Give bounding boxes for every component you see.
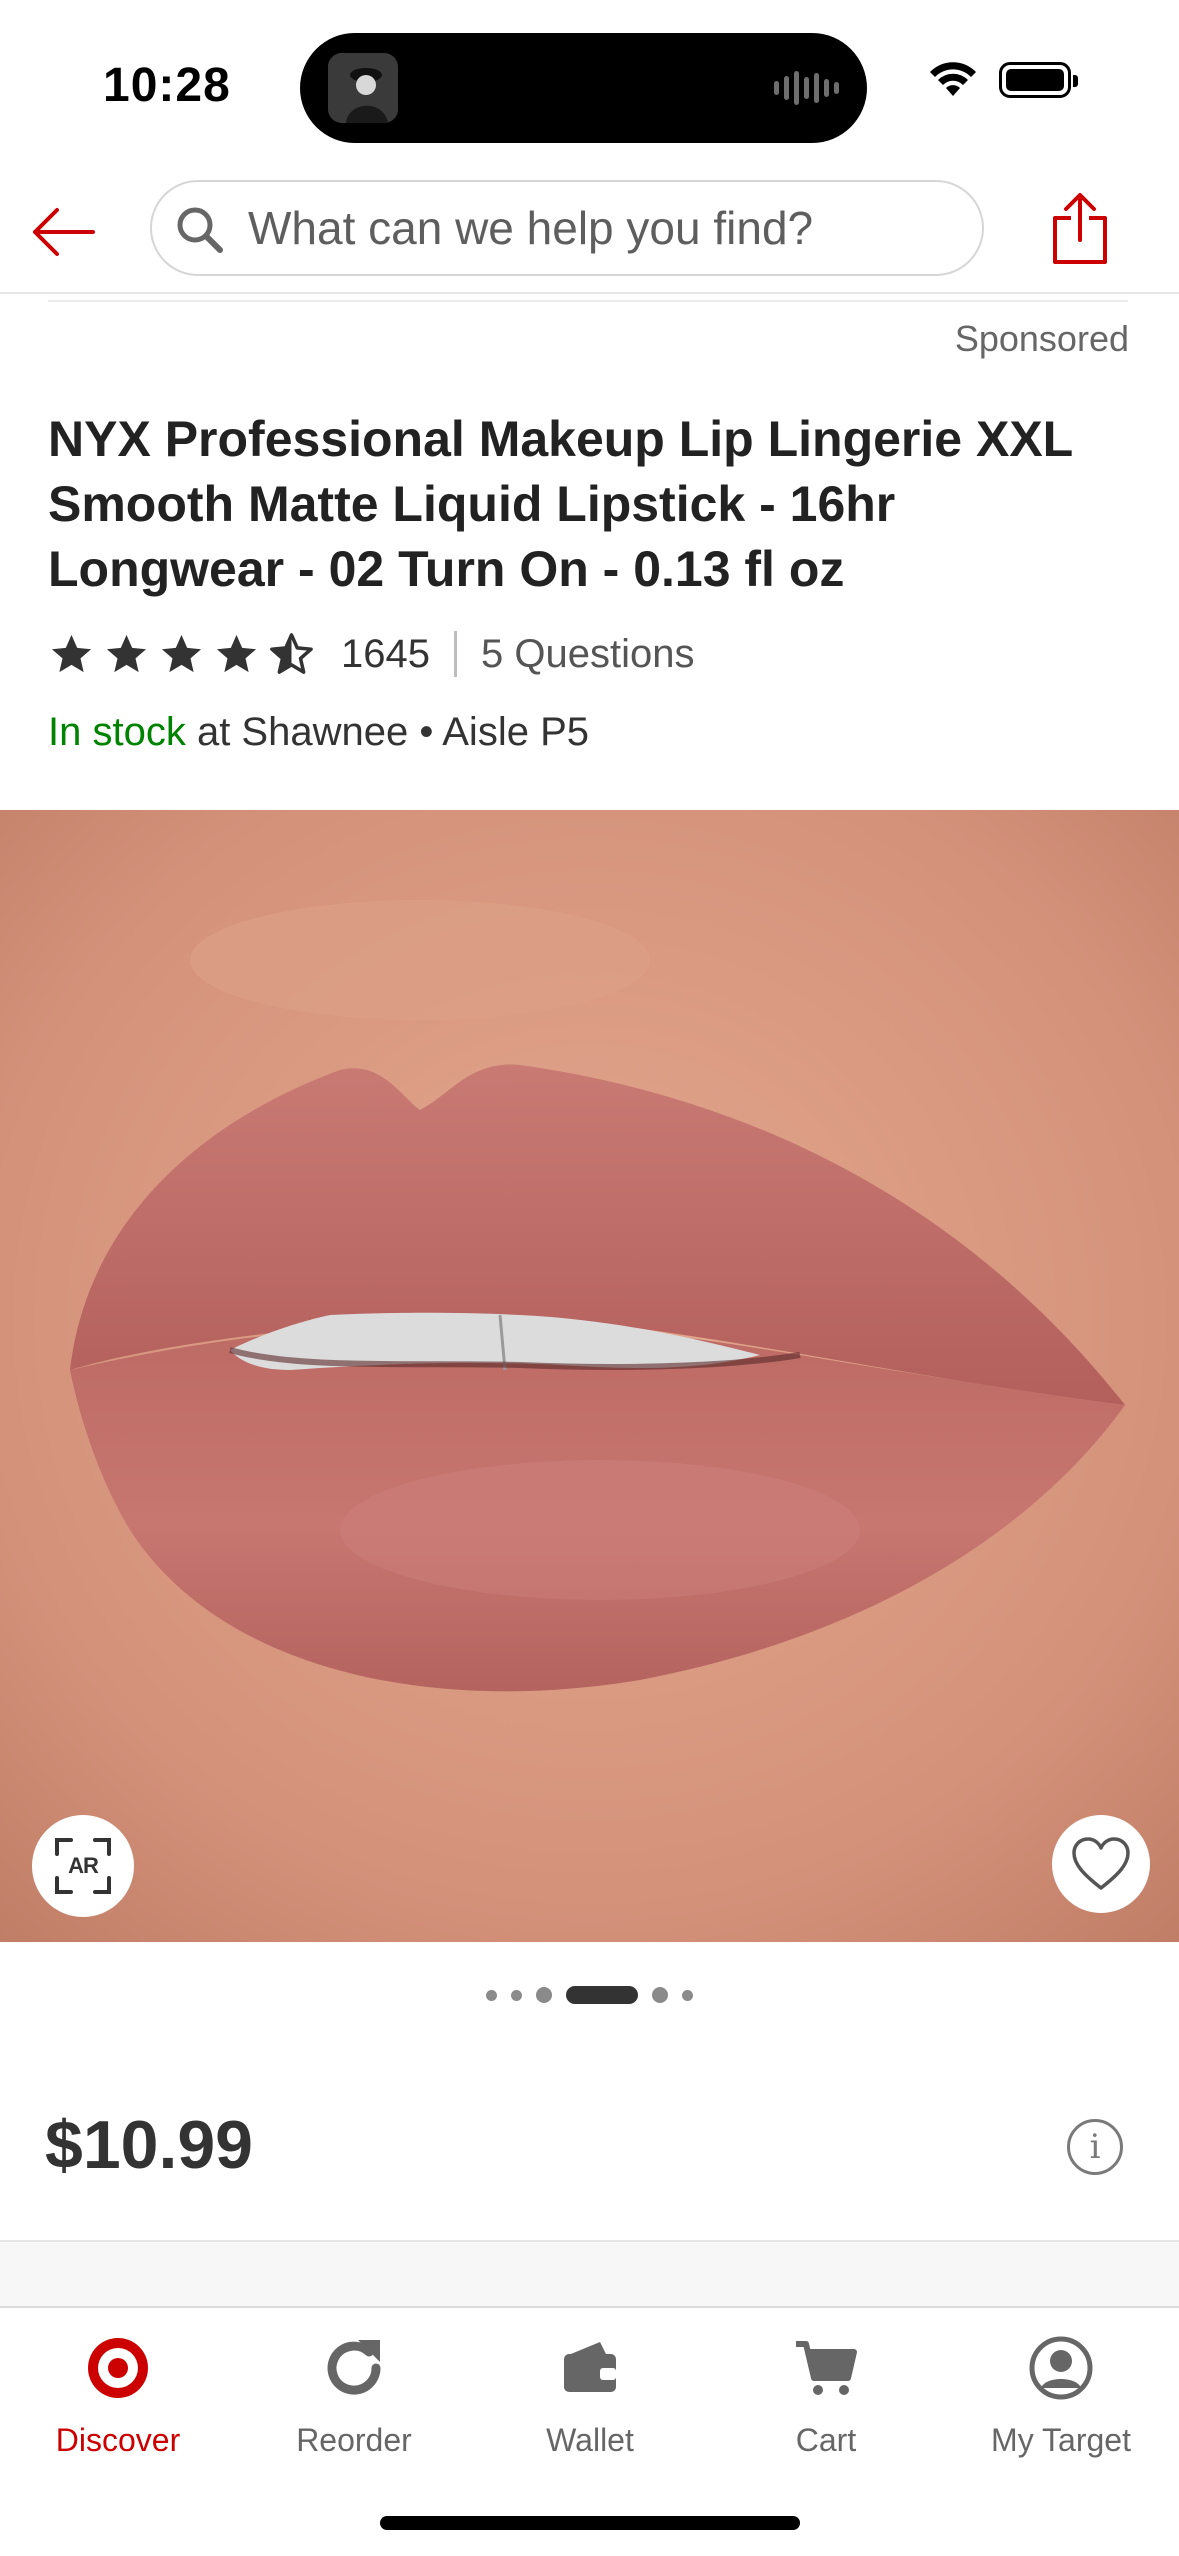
carousel-dot[interactable] bbox=[652, 1987, 668, 2003]
share-icon bbox=[1053, 193, 1107, 264]
tab-cart[interactable]: Cart bbox=[708, 2332, 944, 2482]
section-divider bbox=[48, 300, 1128, 302]
reorder-refresh-icon bbox=[327, 2340, 381, 2395]
sponsored-label: Sponsored bbox=[954, 318, 1129, 359]
top-navigation bbox=[0, 170, 1179, 295]
home-indicator[interactable] bbox=[380, 2516, 800, 2530]
star-full-icon bbox=[51, 634, 92, 672]
star-full-icon bbox=[161, 634, 202, 672]
share-button[interactable] bbox=[1040, 184, 1120, 274]
search-bar[interactable] bbox=[150, 180, 984, 276]
stock-status: In stock bbox=[48, 710, 186, 754]
rating-row: 1645 5 Questions bbox=[48, 624, 694, 684]
star-full-icon bbox=[216, 634, 257, 672]
carousel-dot[interactable] bbox=[682, 1989, 693, 2001]
header-divider bbox=[0, 292, 1179, 294]
carousel-dot-active[interactable] bbox=[566, 1986, 638, 2004]
search-input[interactable] bbox=[248, 182, 968, 274]
tab-label: Reorder bbox=[296, 2422, 412, 2458]
stock-info[interactable]: In stock at Shawnee • Aisle P5 bbox=[48, 710, 589, 755]
carousel-dot[interactable] bbox=[486, 1989, 497, 2001]
product-page: 10:28 What can we help you find? Sponsor… bbox=[0, 0, 1179, 2556]
ar-try-on-button[interactable]: AR bbox=[32, 1815, 134, 1917]
rating-separator bbox=[453, 631, 457, 677]
status-time: 10:28 bbox=[103, 59, 231, 112]
search-icon bbox=[177, 207, 223, 253]
questions-link[interactable]: 5 Questions bbox=[481, 632, 694, 677]
status-icons bbox=[929, 62, 1078, 98]
star-rating[interactable] bbox=[48, 631, 315, 678]
wifi-icon bbox=[930, 62, 976, 96]
rating-count[interactable]: 1645 bbox=[341, 632, 430, 677]
section-band bbox=[0, 2240, 1179, 2306]
back-button[interactable] bbox=[22, 192, 102, 272]
tab-label: Discover bbox=[55, 2422, 181, 2458]
product-image[interactable]: AR bbox=[0, 810, 1179, 1942]
stock-location: at Shawnee • Aisle P5 bbox=[185, 710, 589, 754]
back-arrow-icon bbox=[33, 208, 95, 256]
price-info-button[interactable]: i bbox=[1067, 2119, 1123, 2175]
tab-label: Cart bbox=[795, 2422, 857, 2458]
target-bullseye-icon bbox=[88, 2338, 148, 2398]
favorite-button[interactable] bbox=[1052, 1815, 1150, 1913]
battery-icon bbox=[999, 62, 1078, 98]
status-bar: 10:28 bbox=[0, 0, 1179, 170]
wallet-icon bbox=[564, 2342, 616, 2392]
cart-icon bbox=[796, 2341, 857, 2395]
ar-label: AR bbox=[68, 1853, 99, 1878]
lips-swatch-image bbox=[0, 810, 1179, 1942]
tab-my-target[interactable]: My Target bbox=[943, 2332, 1179, 2482]
star-full-icon bbox=[106, 634, 147, 672]
account-icon bbox=[1029, 2336, 1093, 2400]
carousel-dot[interactable] bbox=[536, 1987, 552, 2003]
product-title: NYX Professional Makeup Lip Lingerie XXL… bbox=[48, 411, 1073, 597]
image-carousel-indicator[interactable] bbox=[0, 1983, 1179, 2007]
tab-label: Wallet bbox=[546, 2422, 634, 2458]
tab-reorder[interactable]: Reorder bbox=[236, 2332, 472, 2482]
product-price: $10.99 bbox=[45, 2107, 253, 2183]
tab-wallet[interactable]: Wallet bbox=[472, 2332, 708, 2482]
carousel-dot[interactable] bbox=[511, 1989, 522, 2001]
tab-discover[interactable]: Discover bbox=[0, 2332, 236, 2482]
now-playing-artwork bbox=[328, 53, 398, 123]
heart-icon bbox=[1072, 1837, 1130, 1890]
tab-label: My Target bbox=[991, 2422, 1131, 2458]
info-icon: i bbox=[1089, 2127, 1101, 2167]
audio-waveform-icon bbox=[774, 69, 839, 107]
star-half-icon bbox=[270, 632, 313, 674]
dynamic-island[interactable] bbox=[300, 33, 867, 143]
